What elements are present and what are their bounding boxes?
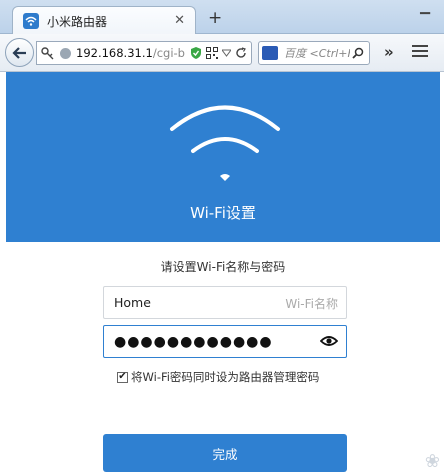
key-icon xyxy=(41,47,54,60)
wifi-icon xyxy=(170,105,280,181)
paw-watermark-icon: ❀ xyxy=(424,451,440,472)
hamburger-menu-icon[interactable] xyxy=(412,45,428,60)
browser-titlebar: 小米路由器 ✕ + ▁ xyxy=(0,0,444,35)
qr-code-icon[interactable] xyxy=(206,47,218,59)
page-title: Wi-Fi设置 xyxy=(190,204,256,222)
search-placeholder: 百度 <Ctrl+K> xyxy=(284,47,350,60)
ssid-value: Home xyxy=(114,295,151,310)
page-header: Wi-Fi设置 xyxy=(6,72,440,242)
address-bar[interactable]: 192.168.31.1 /cgi-b xyxy=(36,41,252,65)
reload-icon[interactable] xyxy=(235,47,247,59)
search-bar[interactable]: 百度 <Ctrl+K> xyxy=(258,41,370,65)
ssid-placeholder: Wi-Fi名称 xyxy=(285,297,338,311)
url-path: /cgi-b xyxy=(152,46,185,60)
wifi-form: 请设置Wi-Fi名称与密码 Home Wi-Fi名称 ●●●●●●●●●●●● … xyxy=(6,242,440,473)
same-password-checkbox[interactable]: ✔ xyxy=(117,371,128,383)
password-value: ●●●●●●●●●●●● xyxy=(114,333,273,350)
same-admin-password-option[interactable]: ✔ 将Wi-Fi密码同时设为路由器管理密码 xyxy=(117,369,319,385)
finish-button[interactable]: 完成 xyxy=(103,434,347,472)
tab-title: 小米路由器 xyxy=(47,14,108,29)
globe-icon xyxy=(60,47,71,59)
show-password-eye-icon[interactable] xyxy=(320,335,338,347)
browser-navbar: 192.168.31.1 /cgi-b 百度 <Ctrl+ » xyxy=(0,34,444,72)
dropdown-icon[interactable] xyxy=(222,49,231,57)
new-tab-button[interactable]: + xyxy=(208,8,222,28)
back-arrow-icon xyxy=(11,46,26,59)
ssid-input[interactable]: Home Wi-Fi名称 xyxy=(103,286,347,319)
wifi-favicon-icon xyxy=(23,13,39,29)
browser-tab[interactable]: 小米路由器 ✕ xyxy=(12,6,196,35)
url-host: 192.168.31.1 xyxy=(76,46,153,60)
back-button[interactable] xyxy=(5,38,34,67)
shield-icon[interactable] xyxy=(190,46,202,60)
search-engine-icon[interactable] xyxy=(262,46,278,60)
form-subtitle: 请设置Wi-Fi名称与密码 xyxy=(160,260,286,274)
minimize-button[interactable]: ▁ xyxy=(420,0,430,15)
overflow-button[interactable]: » xyxy=(384,43,394,61)
password-input[interactable]: ●●●●●●●●●●●● xyxy=(103,325,347,358)
tab-close-icon[interactable]: ✕ xyxy=(174,13,185,28)
search-icon[interactable] xyxy=(352,47,364,59)
same-password-label: 将Wi-Fi密码同时设为路由器管理密码 xyxy=(131,370,320,384)
